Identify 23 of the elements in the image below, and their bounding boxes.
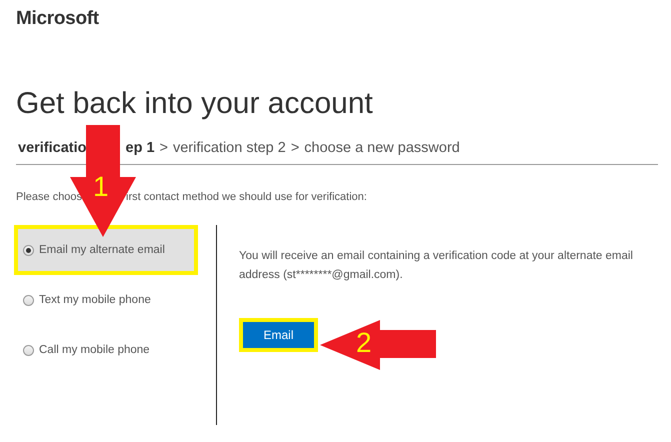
option-row[interactable]: Text my mobile phone: [14, 275, 216, 325]
radio-button[interactable]: [23, 344, 34, 356]
verification-message: You will receive an email containing a verification code at your alternate email address (st********@gmail.com).: [239, 249, 634, 283]
radio-button[interactable]: [23, 294, 34, 306]
breadcrumb-step: ep 1: [126, 140, 155, 156]
page-title: Get back into your account: [16, 86, 374, 122]
option-label: Text my mobile phone: [39, 294, 151, 306]
microsoft-logo: Microsoft: [16, 8, 100, 30]
instruction-text: Please choos: [16, 191, 82, 203]
option-label: Email my alternate email: [39, 244, 165, 256]
email-button[interactable]: Email: [243, 322, 314, 348]
option-row[interactable]: Email my alternate email: [14, 225, 198, 275]
option-row[interactable]: Call my mobile phone: [14, 325, 216, 375]
radio-button[interactable]: [23, 244, 34, 256]
step-number: 1: [93, 171, 109, 203]
step-number: 2: [356, 327, 372, 359]
breadcrumb-separator: >: [160, 140, 168, 156]
breadcrumb-step: verificatio: [18, 140, 86, 156]
breadcrumb-separator: >: [290, 140, 300, 156]
instruction-text: irst contact method we should use for verification:: [126, 191, 367, 203]
breadcrumb-step: verification step 2: [172, 140, 286, 156]
breadcrumb-step: choose a new password: [304, 140, 460, 156]
option-label: Call my mobile phone: [39, 344, 150, 356]
